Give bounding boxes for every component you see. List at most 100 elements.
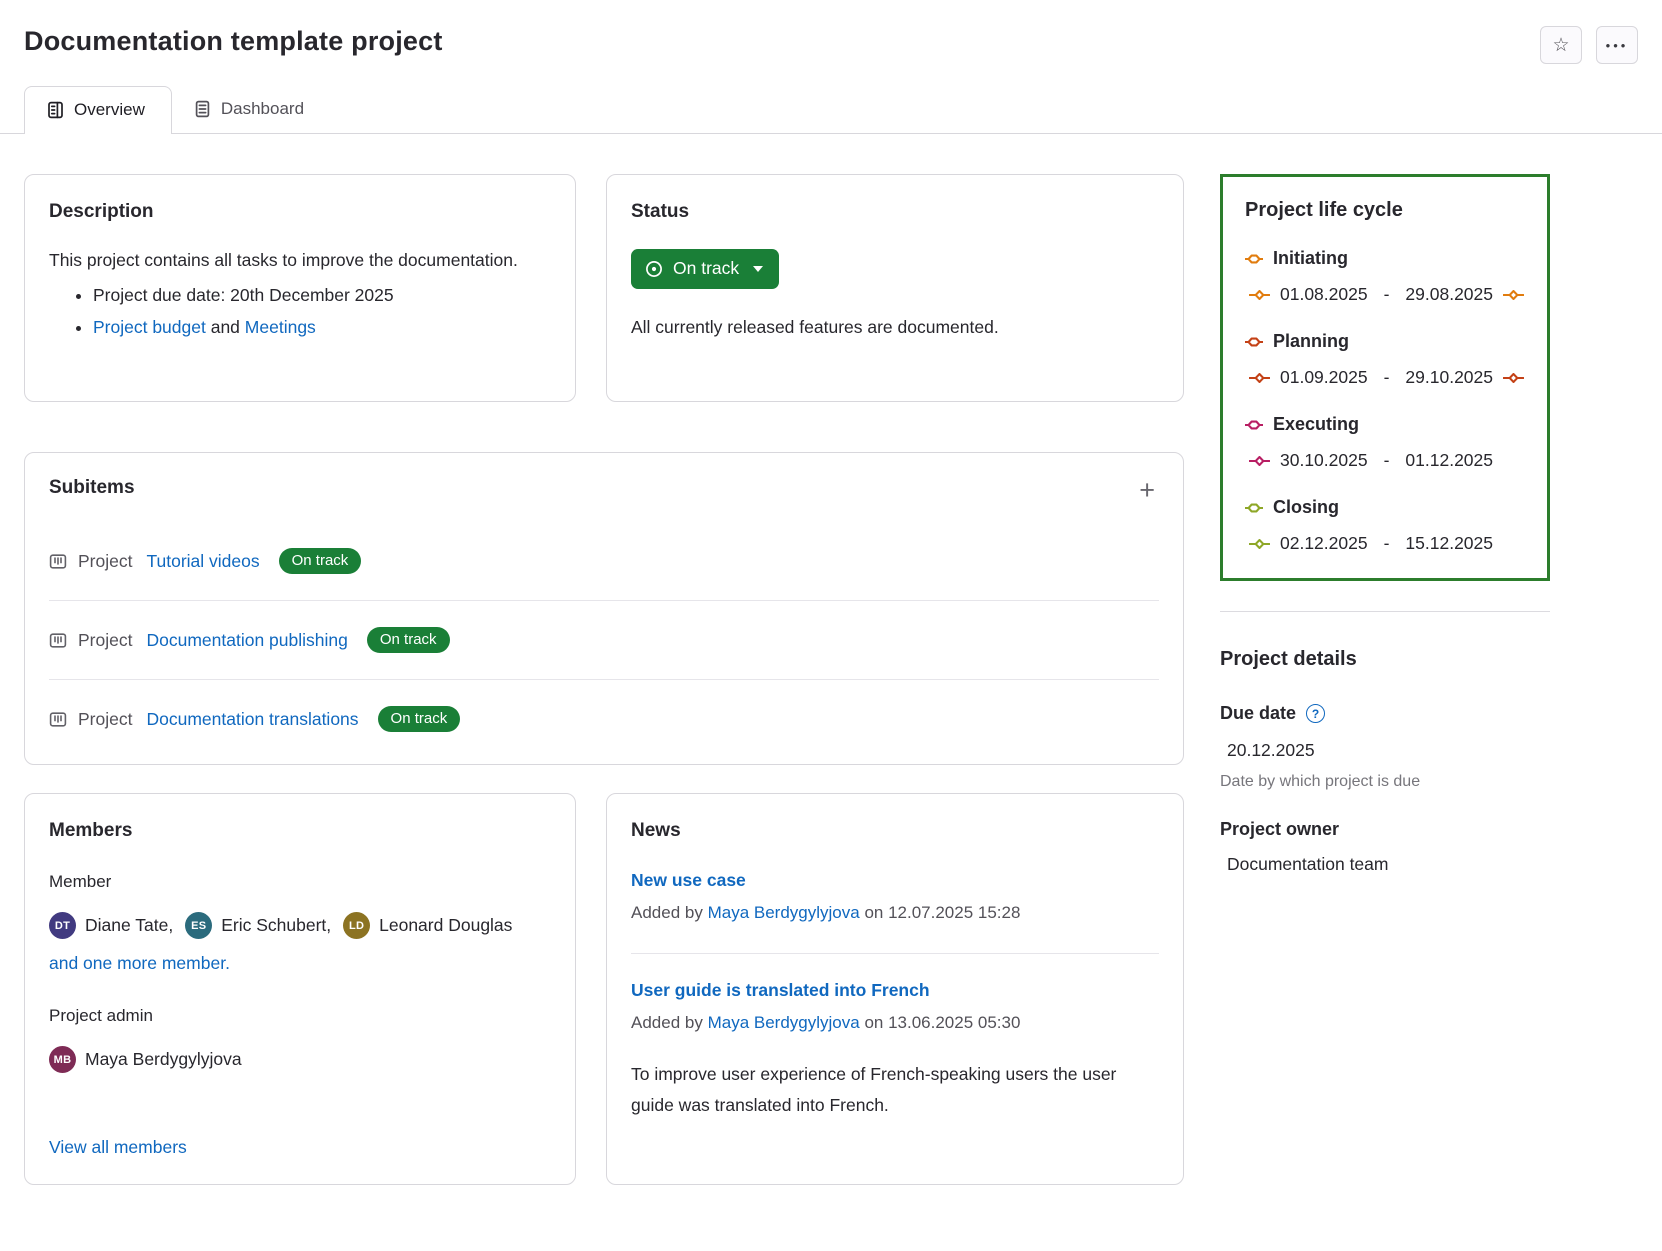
phase-end-date: 29.10.2025 — [1405, 367, 1493, 388]
status-value: On track — [673, 258, 739, 279]
status-card: Status On track All currently released f… — [606, 174, 1184, 402]
phase-end-date: 29.08.2025 — [1405, 284, 1493, 305]
status-badge: On track — [378, 706, 461, 732]
member-role-label: Member — [49, 872, 551, 892]
project-budget-link[interactable]: Project budget — [93, 317, 206, 337]
avatar: MB — [49, 1046, 76, 1073]
subitems-title: Subitems — [49, 477, 135, 499]
milestone-icon — [1503, 373, 1524, 383]
milestone-icon — [1503, 290, 1524, 300]
phase-executing: Executing 30.10.2025 - 01.12.2025 — [1245, 414, 1525, 471]
phase-closing: Closing 02.12.2025 - 15.12.2025 — [1245, 497, 1525, 554]
phase-dates: 01.09.2025 - 29.10.2025 — [1245, 367, 1525, 388]
member-item: ES Eric Schubert, — [185, 912, 331, 939]
milestone-icon — [1249, 290, 1270, 300]
subitem-link[interactable]: Documentation translations — [146, 709, 358, 730]
avatar: ES — [185, 912, 212, 939]
star-icon: ☆ — [1552, 34, 1569, 57]
news-item-link[interactable]: User guide is translated into French — [631, 980, 930, 1001]
member-name: Eric Schubert, — [221, 915, 331, 936]
header-actions: ☆ ••• — [1540, 26, 1638, 64]
status-badge: On track — [367, 627, 450, 653]
description-bullet-links: Project budget and Meetings — [93, 311, 551, 343]
ellipsis-icon: ••• — [1606, 38, 1629, 53]
phase-name: Initiating — [1273, 248, 1348, 269]
tab-overview[interactable]: Overview — [24, 86, 172, 134]
news-author-link[interactable]: Maya Berdygylyjova — [708, 903, 860, 922]
more-members-link[interactable]: and one more member. — [49, 953, 230, 973]
tab-bar: Overview Dashboard — [0, 86, 1662, 134]
phase-start-date: 01.08.2025 — [1280, 284, 1368, 305]
project-owner-value: Documentation team — [1220, 854, 1550, 875]
phase-planning: Planning 01.09.2025 - 29.10.2025 — [1245, 331, 1525, 388]
date-separator: - — [1378, 450, 1396, 471]
subitem-link[interactable]: Tutorial videos — [146, 551, 259, 572]
subitem-type: Project — [78, 630, 132, 651]
admin-role-label: Project admin — [49, 1006, 551, 1026]
iteration-icon — [1245, 336, 1263, 348]
news-item: New use case Added by Maya Berdygylyjova… — [631, 870, 1159, 923]
view-all-members-link[interactable]: View all members — [49, 1137, 187, 1157]
more-actions-button[interactable]: ••• — [1596, 26, 1638, 64]
description-card: Description This project contains all ta… — [24, 174, 576, 402]
favorite-button[interactable]: ☆ — [1540, 26, 1582, 64]
subitem-row: Project Documentation publishing On trac… — [49, 600, 1159, 679]
date-separator: - — [1378, 533, 1396, 554]
milestone-icon — [1249, 539, 1270, 549]
project-board-icon — [49, 553, 67, 570]
phase-end-date: 01.12.2025 — [1405, 450, 1493, 471]
news-author-link[interactable]: Maya Berdygylyjova — [708, 1013, 860, 1032]
subitem-row: Project Documentation translations On tr… — [49, 679, 1159, 758]
member-item: DT Diane Tate, — [49, 912, 173, 939]
tab-overview-label: Overview — [74, 100, 145, 120]
status-dropdown-button[interactable]: On track — [631, 249, 779, 289]
news-meta: Added by Maya Berdygylyjova on 13.06.202… — [631, 1013, 1159, 1033]
news-meta-suffix: on 13.06.2025 05:30 — [864, 1013, 1020, 1032]
project-details-section: Project details Due date ? 20.12.2025 Da… — [1220, 648, 1550, 875]
project-overview-page: Documentation template project ☆ ••• Ove… — [0, 0, 1662, 1225]
phase-start-date: 01.09.2025 — [1280, 367, 1368, 388]
bullet-connector-text: and — [206, 317, 245, 337]
project-board-icon — [49, 711, 67, 728]
members-list: DT Diane Tate, ES Eric Schubert, LD Leon… — [49, 912, 551, 939]
milestone-icon — [1249, 456, 1270, 466]
help-icon[interactable]: ? — [1306, 704, 1325, 723]
tab-dashboard[interactable]: Dashboard — [172, 86, 330, 133]
meetings-link[interactable]: Meetings — [245, 317, 316, 337]
news-meta: Added by Maya Berdygylyjova on 12.07.202… — [631, 903, 1159, 923]
add-subitem-button[interactable]: + — [1135, 477, 1159, 504]
subitems-list: Project Tutorial videos On track Project… — [49, 522, 1159, 758]
status-note: All currently released features are docu… — [631, 317, 1159, 338]
subitem-row: Project Tutorial videos On track — [49, 522, 1159, 600]
project-life-cycle-card: Project life cycle Initiating 01.08.2025… — [1220, 174, 1550, 581]
sidebar: Project life cycle Initiating 01.08.2025… — [1220, 174, 1550, 1185]
member-name: Diane Tate, — [85, 915, 173, 936]
status-on-track-icon — [645, 260, 663, 278]
news-meta-prefix: Added by — [631, 903, 703, 922]
chevron-down-icon — [753, 266, 763, 272]
date-separator: - — [1378, 367, 1396, 388]
description-list: Project due date: 20th December 2025 Pro… — [93, 279, 551, 344]
plus-icon: + — [1139, 475, 1155, 505]
iteration-icon — [1245, 253, 1263, 265]
due-date-label: Due date — [1220, 703, 1296, 724]
subitem-link[interactable]: Documentation publishing — [146, 630, 347, 651]
avatar: DT — [49, 912, 76, 939]
project-details-title: Project details — [1220, 648, 1550, 671]
news-title: News — [631, 820, 1159, 842]
member-name: Leonard Douglas — [379, 915, 512, 936]
news-meta-prefix: Added by — [631, 1013, 703, 1032]
members-title: Members — [49, 820, 551, 842]
overview-icon — [47, 101, 64, 119]
phase-name: Executing — [1273, 414, 1359, 435]
phase-start-date: 02.12.2025 — [1280, 533, 1368, 554]
phase-dates: 30.10.2025 - 01.12.2025 — [1245, 450, 1525, 471]
due-date-help-text: Date by which project is due — [1220, 773, 1550, 791]
description-title: Description — [49, 201, 551, 223]
subitem-type: Project — [78, 709, 132, 730]
members-card: Members Member DT Diane Tate, ES Eric Sc… — [24, 793, 576, 1185]
news-item-link[interactable]: New use case — [631, 870, 746, 891]
iteration-icon — [1245, 419, 1263, 431]
page-header: Documentation template project ☆ ••• — [0, 0, 1662, 64]
phase-name: Planning — [1273, 331, 1349, 352]
